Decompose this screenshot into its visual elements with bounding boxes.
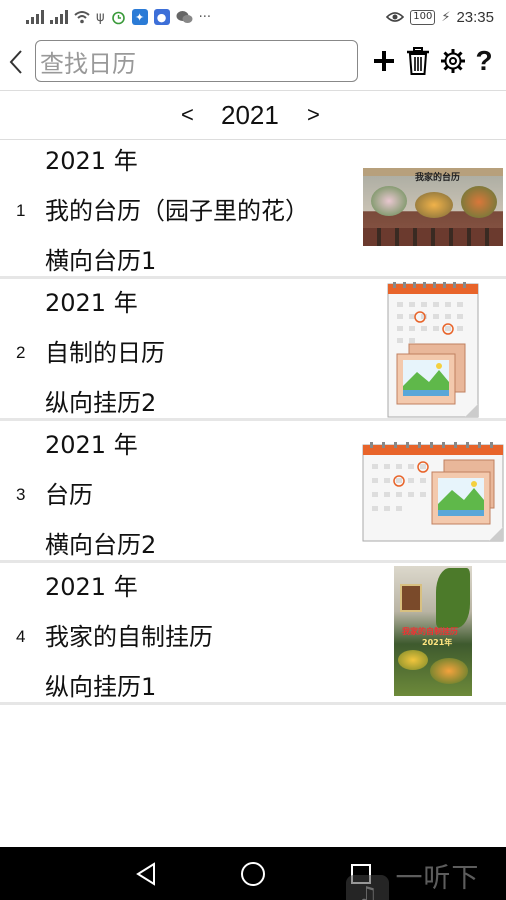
back-button[interactable] — [0, 34, 32, 90]
calendar-list-item[interactable]: 1 2021 年 我的台历（园子里的花） 横向台历1 我家的台历 — [0, 140, 506, 279]
toolbar: 查找日历 ? — [0, 34, 506, 90]
chevron-left-icon — [9, 50, 22, 74]
thumbnail-title: 我家的台历 — [415, 173, 461, 183]
status-left: ψ ✦ ● ··· — [26, 9, 211, 25]
item-type: 横向台历2 — [45, 531, 157, 559]
thumbnail-title: 我家的自制挂历 — [402, 627, 458, 636]
search-input[interactable]: 查找日历 — [35, 40, 358, 82]
clock: 23:35 — [456, 8, 494, 26]
item-year: 2021 年 — [45, 289, 138, 317]
plus-icon — [374, 51, 394, 71]
item-type: 纵向挂历2 — [45, 389, 157, 417]
item-title: 我家的自制挂历 — [45, 623, 213, 651]
watermark-text: 一听下载 — [395, 863, 480, 894]
usb-icon: ψ — [96, 9, 105, 25]
item-type: 横向台历1 — [45, 247, 157, 275]
current-year-label: 2021 — [221, 100, 279, 130]
year-navigation: < 2021 > — [0, 91, 506, 139]
calendar-list-item[interactable]: 4 2021 年 我家的自制挂历 纵向挂历1 我家的自制挂历 2021年 — [0, 566, 506, 705]
calendar-list-item[interactable]: 3 2021 年 台历 横向台历2 — [0, 424, 506, 563]
question-icon: ? — [475, 45, 493, 76]
item-index: 1 — [16, 201, 26, 220]
calendar-list-item[interactable]: 2 2021 年 自制的日历 纵向挂历2 — [0, 282, 506, 421]
baidu-app-icon: ● — [153, 9, 170, 25]
item-index: 2 — [16, 343, 26, 362]
settings-button[interactable] — [439, 42, 467, 80]
search-placeholder: 查找日历 — [40, 49, 136, 78]
nav-back-button[interactable] — [131, 859, 161, 889]
help-button[interactable]: ? — [472, 42, 496, 80]
add-calendar-button[interactable] — [369, 42, 399, 80]
battery-indicator: 100 — [410, 9, 436, 25]
item-year: 2021 年 — [45, 147, 138, 175]
watermark: ♫ 一听下载 — [346, 856, 506, 900]
charging-icon: ⚡ — [441, 9, 451, 25]
status-right: 100 ⚡ 23:35 — [386, 9, 494, 26]
item-title: 台历 — [45, 481, 93, 509]
calendar-thumbnail: 我家的自制挂历 2021年 — [394, 566, 472, 696]
trash-icon — [407, 47, 429, 75]
thumbnail-year: 2021年 — [422, 638, 453, 647]
vertical-calendar-icon — [387, 282, 479, 418]
walk-app-icon: ✦ — [131, 9, 148, 25]
item-year: 2021 年 — [45, 573, 138, 601]
next-year-button[interactable]: > — [307, 101, 320, 129]
signal-2-icon — [50, 10, 68, 24]
item-index: 4 — [16, 627, 26, 646]
item-title: 我的台历（园子里的花） — [45, 197, 309, 225]
delete-button[interactable] — [404, 42, 432, 80]
nav-home-button[interactable] — [238, 859, 268, 889]
calendar-thumbnail: 我家的台历 — [363, 168, 503, 246]
triangle-back-icon — [136, 862, 155, 886]
eye-icon — [386, 12, 405, 22]
wechat-icon — [176, 11, 193, 23]
item-index: 3 — [16, 485, 26, 504]
system-navigation-bar: ♫ 一听下载 — [0, 847, 506, 900]
status-bar: ψ ✦ ● ··· 100 ⚡ 23:35 — [0, 0, 506, 34]
alarm-icon — [111, 11, 125, 24]
previous-year-button[interactable]: < — [181, 101, 194, 129]
item-title: 自制的日历 — [45, 339, 165, 367]
item-type: 纵向挂历1 — [45, 673, 157, 701]
signal-icon — [26, 10, 44, 24]
more-notifications-icon: ··· — [198, 9, 211, 25]
item-year: 2021 年 — [45, 431, 138, 459]
horizontal-calendar-icon — [362, 442, 504, 542]
watermark-logo-icon: ♫ — [346, 875, 390, 900]
gear-icon — [441, 49, 465, 73]
circle-home-icon — [241, 862, 265, 886]
wifi-icon — [74, 11, 90, 24]
